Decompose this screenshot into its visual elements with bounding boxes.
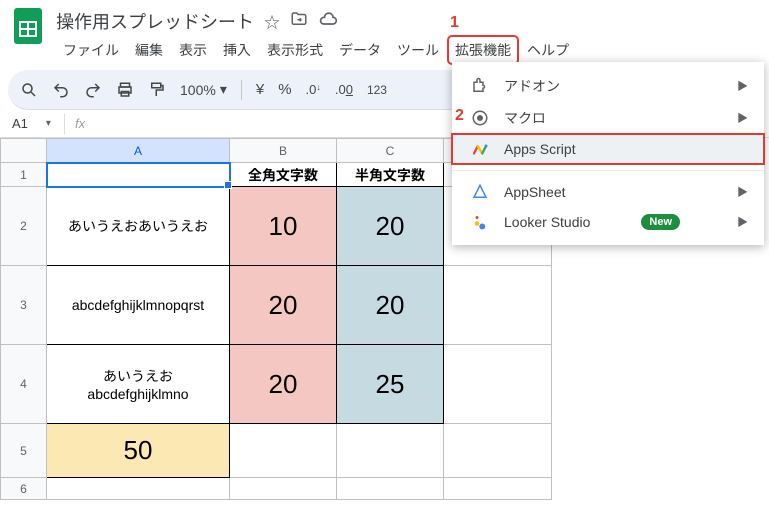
record-icon [470, 109, 490, 127]
cell-C5[interactable] [337, 424, 444, 478]
dropdown-item-macros[interactable]: マクロ ▶ [452, 102, 764, 134]
chevron-down-icon: ▾ [220, 81, 227, 98]
cell-C6[interactable] [337, 478, 444, 500]
chevron-right-icon: ▶ [737, 78, 748, 94]
cell-B2[interactable]: 10 [230, 187, 337, 266]
cell-D6[interactable] [444, 478, 552, 500]
cell-C2[interactable]: 20 [337, 187, 444, 266]
menu-insert[interactable]: 挿入 [216, 36, 258, 64]
cell-A3[interactable]: abcdefghijklmnopqrst [47, 266, 230, 345]
toolbar-separator [241, 80, 242, 100]
cell-A1[interactable] [47, 163, 230, 187]
undo-icon[interactable] [52, 81, 70, 99]
menu-format[interactable]: 表示形式 [260, 36, 330, 64]
fx-label: fx [65, 116, 85, 131]
annotation-1: 1 [450, 14, 459, 32]
cell-B5[interactable] [230, 424, 337, 478]
cell-C1[interactable]: 半角文字数 [337, 163, 444, 187]
row-header-2[interactable]: 2 [1, 187, 47, 266]
annotation-2: 2 [455, 107, 464, 125]
select-all-corner[interactable] [1, 139, 47, 163]
cell-D4[interactable] [444, 345, 552, 424]
apps-script-icon [470, 140, 490, 158]
increase-decimal-icon[interactable]: .00 [335, 82, 353, 97]
menu-edit[interactable]: 編集 [128, 36, 170, 64]
menu-view[interactable]: 表示 [172, 36, 214, 64]
cloud-status-icon[interactable] [318, 9, 338, 34]
menu-data[interactable]: データ [332, 36, 388, 64]
row-header-5[interactable]: 5 [1, 424, 47, 478]
dropdown-label: アドオン [504, 76, 560, 96]
redo-icon[interactable] [84, 81, 102, 99]
new-badge: New [641, 214, 680, 230]
cell-D5[interactable] [444, 424, 552, 478]
decrease-decimal-icon[interactable]: .0↓ [306, 82, 321, 97]
row-header-6[interactable]: 6 [1, 478, 47, 500]
cell-B1[interactable]: 全角文字数 [230, 163, 337, 187]
chevron-right-icon: ▶ [737, 110, 748, 126]
cell-B6[interactable] [230, 478, 337, 500]
dropdown-label: AppSheet [504, 184, 566, 200]
cell-A4[interactable]: あいうえおabcdefghijklmno [47, 345, 230, 424]
chevron-down-icon: ▾ [46, 118, 51, 129]
col-header-C[interactable]: C [337, 139, 444, 163]
dropdown-item-appsheet[interactable]: AppSheet ▶ [452, 177, 764, 207]
col-header-B[interactable]: B [230, 139, 337, 163]
dropdown-item-looker[interactable]: Looker Studio New ▶ [452, 207, 764, 237]
star-icon[interactable]: ☆ [264, 9, 280, 33]
cell-C4[interactable]: 25 [337, 345, 444, 424]
dropdown-label: マクロ [504, 108, 546, 128]
move-folder-icon[interactable] [290, 10, 308, 33]
search-icon[interactable] [20, 81, 38, 99]
cell-A6[interactable] [47, 478, 230, 500]
row-header-3[interactable]: 3 [1, 266, 47, 345]
dropdown-label: Looker Studio [504, 214, 590, 230]
zoom-select[interactable]: 100% ▾ [180, 81, 227, 98]
dropdown-item-apps-script[interactable]: Apps Script [452, 134, 764, 164]
menu-bar: ファイル 編集 表示 挿入 表示形式 データ ツール 拡張機能 ヘルプ [56, 36, 759, 64]
cell-D3[interactable] [444, 266, 552, 345]
dropdown-label: Apps Script [504, 141, 576, 157]
menu-tools[interactable]: ツール [390, 36, 446, 64]
cell-A5[interactable]: 50 [47, 424, 230, 478]
dropdown-separator [452, 170, 764, 171]
col-header-A[interactable]: A [47, 139, 230, 163]
cell-A2[interactable]: あいうえおあいうえお [47, 187, 230, 266]
dropdown-item-addons[interactable]: アドオン ▶ [452, 70, 764, 102]
chevron-right-icon: ▶ [737, 184, 748, 200]
number-format-icon[interactable]: 123 [367, 83, 387, 97]
menu-file[interactable]: ファイル [56, 36, 126, 64]
cell-B3[interactable]: 20 [230, 266, 337, 345]
print-icon[interactable] [116, 81, 134, 99]
sheets-logo[interactable] [10, 8, 46, 44]
chevron-right-icon: ▶ [737, 214, 748, 230]
row-header-1[interactable]: 1 [1, 163, 47, 187]
percent-icon[interactable]: % [278, 81, 291, 98]
currency-icon[interactable]: ¥ [256, 81, 264, 98]
name-box[interactable]: A1▾ [0, 116, 64, 131]
doc-title[interactable]: 操作用スプレッドシート [56, 8, 254, 34]
puzzle-icon [470, 77, 490, 95]
cell-B4[interactable]: 20 [230, 345, 337, 424]
extensions-dropdown: アドオン ▶ マクロ ▶ Apps Script AppSheet ▶ Look… [452, 62, 764, 245]
looker-icon [470, 213, 490, 231]
row-header-4[interactable]: 4 [1, 345, 47, 424]
appsheet-icon [470, 183, 490, 201]
header: 操作用スプレッドシート ☆ ファイル 編集 表示 挿入 表示形式 データ ツール… [0, 0, 769, 64]
menu-help[interactable]: ヘルプ [520, 36, 576, 64]
paint-format-icon[interactable] [148, 81, 166, 99]
menu-extensions[interactable]: 拡張機能 [448, 36, 518, 64]
cell-C3[interactable]: 20 [337, 266, 444, 345]
